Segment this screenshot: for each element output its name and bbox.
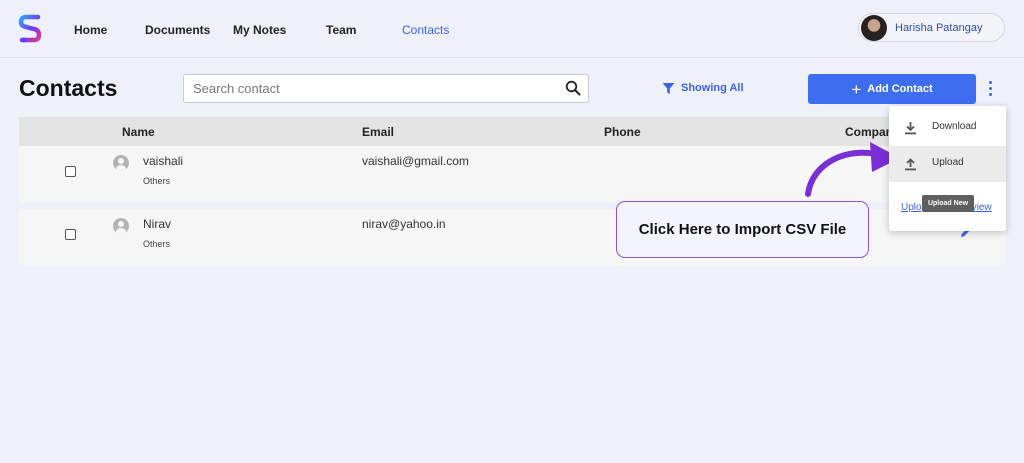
row-checkbox[interactable] [65,229,76,240]
contact-name: vaishali [143,154,184,168]
search-input[interactable] [184,75,554,102]
contact-email: vaishali@gmail.com [362,154,469,168]
upload-new-tooltip: Upload New [922,195,974,212]
avatar [861,15,887,41]
nav-link-my-notes[interactable]: My Notes [233,23,286,37]
column-header-company: Compan [845,125,893,139]
add-contact-button[interactable]: + Add Contact [808,74,976,104]
callout-text: Click Here to Import CSV File [638,221,847,238]
import-csv-callout: Click Here to Import CSV File [616,201,869,258]
contact-group: Others [143,239,171,249]
add-contact-label: Add Contact [867,83,933,95]
person-icon [113,218,129,234]
contact-group: Others [143,176,171,186]
column-header-phone: Phone [604,125,641,139]
menu-item-label: Download [932,121,977,132]
row-checkbox[interactable] [65,166,76,177]
menu-item-label: Upload [932,157,964,168]
app-logo-icon[interactable] [18,14,42,44]
search-icon[interactable] [565,80,581,96]
filter-label: Showing All [681,82,744,94]
more-options-icon[interactable] [985,81,995,99]
filter-icon [662,82,675,94]
column-header-name: Name [122,125,155,139]
menu-item-upload[interactable]: Upload [889,146,1006,182]
person-icon [113,155,129,171]
search-box [183,74,589,103]
download-icon [905,122,916,135]
options-dropdown: Download Upload Uplo view [889,106,1006,231]
top-nav: Home Documents My Notes Team Contacts Ha… [0,0,1024,58]
filter-button[interactable]: Showing All [662,80,744,96]
upload-link-text: Uplo [901,202,922,213]
nav-link-documents[interactable]: Documents [145,23,210,37]
menu-item-download[interactable]: Download [889,110,1006,146]
user-menu[interactable]: Harisha Patangay [858,13,1005,42]
nav-link-contacts[interactable]: Contacts [402,23,449,37]
nav-link-team[interactable]: Team [326,23,356,37]
column-header-email: Email [362,125,395,139]
upload-icon [905,158,916,171]
nav-link-home[interactable]: Home [74,23,107,37]
contact-name: Nirav [143,217,172,231]
preview-link-text: view [971,202,992,213]
user-name: Harisha Patangay [895,22,983,34]
page-title: Contacts [19,75,118,101]
tooltip-text: Upload New [927,200,969,207]
plus-icon: + [851,79,862,99]
contact-email: nirav@yahoo.in [362,217,446,231]
